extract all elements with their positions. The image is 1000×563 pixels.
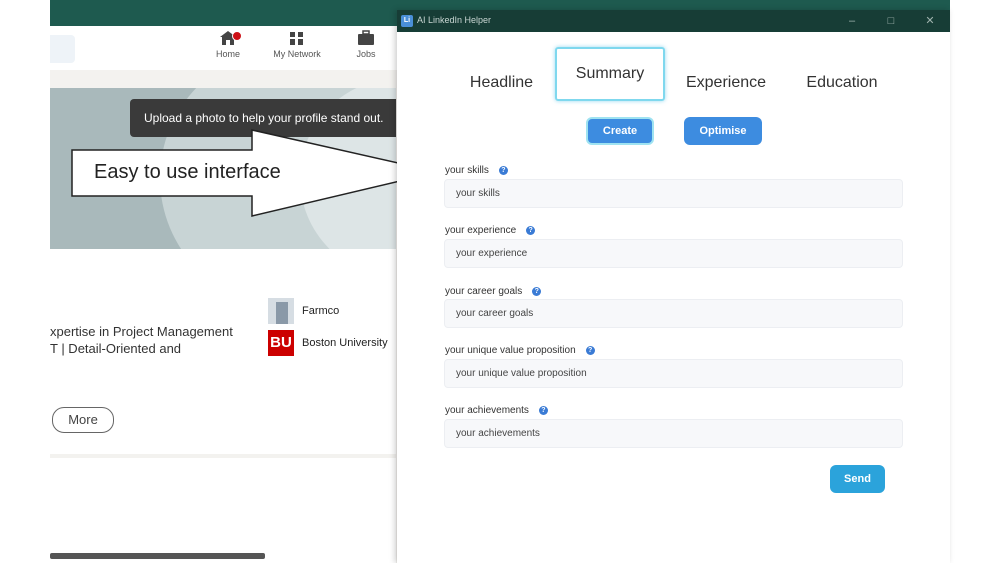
search-box[interactable] [50, 35, 75, 63]
notification-badge [232, 31, 242, 41]
send-button[interactable]: Send [830, 465, 885, 493]
maximize-icon[interactable]: □ [883, 13, 899, 29]
profile-line-1: xpertise in Project Management [50, 324, 233, 339]
horizontal-scrollbar[interactable] [50, 553, 265, 559]
callout-text: Easy to use interface [94, 161, 281, 183]
nav-jobs-label: Jobs [356, 49, 376, 59]
nav-my-network-label: My Network [273, 49, 321, 59]
close-icon[interactable]: ✕ [922, 13, 938, 29]
help-icon[interactable]: ? [538, 406, 548, 415]
profile-line-2: T | Detail-Oriented and [50, 341, 182, 356]
window-title: AI LinkedIn Helper [417, 15, 492, 25]
school-name: Boston University [302, 337, 388, 349]
help-icon[interactable]: ? [498, 166, 508, 175]
create-button[interactable]: Create [586, 117, 654, 145]
nav-my-network[interactable]: My Network [267, 30, 327, 59]
achievements-input[interactable] [444, 419, 903, 448]
unique-value-label-text: your unique value proposition [445, 345, 576, 356]
career-goals-label: your career goals? [445, 286, 542, 297]
achievements-label: your achievements? [445, 405, 548, 416]
skills-label-text: your skills [445, 165, 489, 176]
profile-section-card [50, 458, 396, 563]
nav-jobs[interactable]: Jobs [336, 30, 396, 59]
experience-label-text: your experience [445, 225, 517, 236]
help-icon[interactable]: ? [532, 287, 542, 296]
skills-label: your skills? [445, 165, 508, 176]
help-icon[interactable]: ? [526, 226, 536, 235]
network-icon [290, 32, 303, 45]
tab-education[interactable]: Education [797, 66, 887, 100]
skills-input[interactable] [444, 179, 903, 208]
ai-linkedin-helper-window: Li AI LinkedIn Helper – □ ✕ Headline Sum… [397, 10, 950, 563]
nav-home-label: Home [215, 49, 240, 59]
tab-experience[interactable]: Experience [677, 66, 775, 100]
nav-home[interactable]: Home [198, 30, 258, 59]
briefcase-icon [358, 30, 374, 45]
achievements-label-text: your achievements [445, 405, 529, 416]
help-icon[interactable]: ? [585, 346, 595, 355]
company-name: Farmco [302, 305, 340, 317]
tab-headline[interactable]: Headline [459, 66, 544, 100]
more-button[interactable]: More [52, 407, 114, 433]
window-titlebar[interactable]: Li AI LinkedIn Helper – □ ✕ [397, 10, 950, 32]
tab-summary[interactable]: Summary [555, 47, 665, 101]
company-logo-icon [268, 298, 294, 324]
experience-label: your experience? [445, 225, 536, 236]
school-logo-icon: BU [268, 330, 294, 356]
profile-headline-text: xpertise in Project Management T | Detai… [50, 323, 233, 357]
unique-value-input[interactable] [444, 359, 903, 388]
minimize-icon[interactable]: – [844, 13, 860, 29]
career-goals-label-text: your career goals [445, 286, 523, 297]
app-logo-icon: Li [401, 15, 413, 27]
career-goals-input[interactable] [444, 299, 903, 328]
optimise-button[interactable]: Optimise [684, 117, 762, 145]
experience-input[interactable] [444, 239, 903, 268]
unique-value-label: your unique value proposition? [445, 345, 595, 356]
